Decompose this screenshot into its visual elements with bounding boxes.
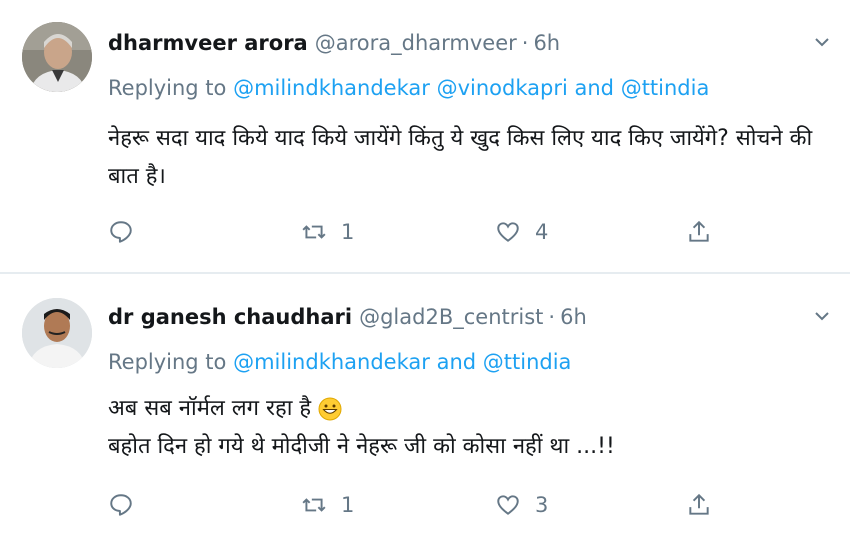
tweet-text-line: अब सब नॉर्मल लग रहा है <box>108 390 820 428</box>
replying-to-line: Replying to @milindkhandekar and @ttindi… <box>108 350 571 374</box>
author-handle[interactable]: @arora_dharmveer <box>315 31 517 55</box>
mention-link[interactable]: @vinodkapri <box>437 76 568 100</box>
like-button[interactable]: 4 <box>495 219 548 245</box>
retweet-icon <box>302 225 326 239</box>
mention-link[interactable]: @milindkhandekar <box>233 76 430 100</box>
replying-to-line: Replying to @milindkhandekar @vinodkapri… <box>108 76 709 100</box>
and-text: and <box>574 76 614 100</box>
tweet-header: dr ganesh chaudhari @glad2B_centrist · 6… <box>108 305 587 329</box>
reply-icon <box>110 221 132 243</box>
tweet-text: अब सब नॉर्मल लग रहा है बहोत दिन हो गये थ… <box>108 390 820 466</box>
author-name[interactable]: dr ganesh chaudhari <box>108 305 352 329</box>
like-button[interactable]: 3 <box>495 492 548 518</box>
and-text: and <box>436 350 477 374</box>
heart-icon <box>497 222 519 242</box>
tweet[interactable]: dr ganesh chaudhari @glad2B_centrist · 6… <box>0 274 850 550</box>
tweet-text-line: बात है। <box>108 164 166 189</box>
like-count: 4 <box>535 220 549 244</box>
author-handle[interactable]: @glad2B_centrist <box>359 305 543 329</box>
retweet-count: 1 <box>341 493 355 517</box>
mention-link[interactable]: @milindkhandekar <box>233 350 430 374</box>
reply-button[interactable] <box>108 219 134 245</box>
tweet-header: dharmveer arora @arora_dharmveer · 6h <box>108 31 560 55</box>
replying-prefix: Replying to <box>108 350 227 374</box>
reply-icon <box>110 494 132 516</box>
timestamp[interactable]: 6h <box>560 305 587 329</box>
share-icon <box>689 493 709 515</box>
reply-button[interactable] <box>108 492 134 518</box>
separator-dot: · <box>521 31 529 55</box>
action-bar: 1 4 <box>108 215 718 249</box>
replying-prefix: Replying to <box>108 76 227 100</box>
retweet-button[interactable]: 1 <box>301 219 354 245</box>
chevron-down-icon[interactable] <box>812 306 832 326</box>
chevron-down-icon[interactable] <box>812 32 832 52</box>
retweet-icon <box>302 498 326 512</box>
retweet-button[interactable]: 1 <box>301 492 354 518</box>
tweet-feed: dharmveer arora @arora_dharmveer · 6h Re… <box>0 0 850 550</box>
mention-link[interactable]: @ttindia <box>621 76 710 100</box>
avatar[interactable] <box>22 22 92 92</box>
tweet[interactable]: dharmveer arora @arora_dharmveer · 6h Re… <box>0 0 850 272</box>
share-button[interactable] <box>686 219 712 245</box>
separator-dot: · <box>548 305 556 329</box>
tweet-text-line: बहोत दिन हो गये थे मोदीजी ने नेहरू जी को… <box>108 434 615 459</box>
author-name[interactable]: dharmveer arora <box>108 31 308 55</box>
mention-link[interactable]: @ttindia <box>483 350 572 374</box>
avatar[interactable] <box>22 298 92 368</box>
share-icon <box>689 220 709 242</box>
action-bar: 1 3 <box>108 488 718 522</box>
tweet-text-line: नेहरू सदा याद किये याद किये जायेंगे किंत… <box>108 126 813 151</box>
share-button[interactable] <box>686 492 712 518</box>
tweet-text-segment: अब सब नॉर्मल लग रहा है <box>108 396 312 421</box>
retweet-count: 1 <box>341 220 355 244</box>
heart-icon <box>497 495 519 515</box>
grinning-face-emoji-icon <box>318 397 342 421</box>
like-count: 3 <box>535 493 549 517</box>
timestamp[interactable]: 6h <box>533 31 560 55</box>
tweet-text: नेहरू सदा याद किये याद किये जायेंगे किंत… <box>108 120 820 196</box>
